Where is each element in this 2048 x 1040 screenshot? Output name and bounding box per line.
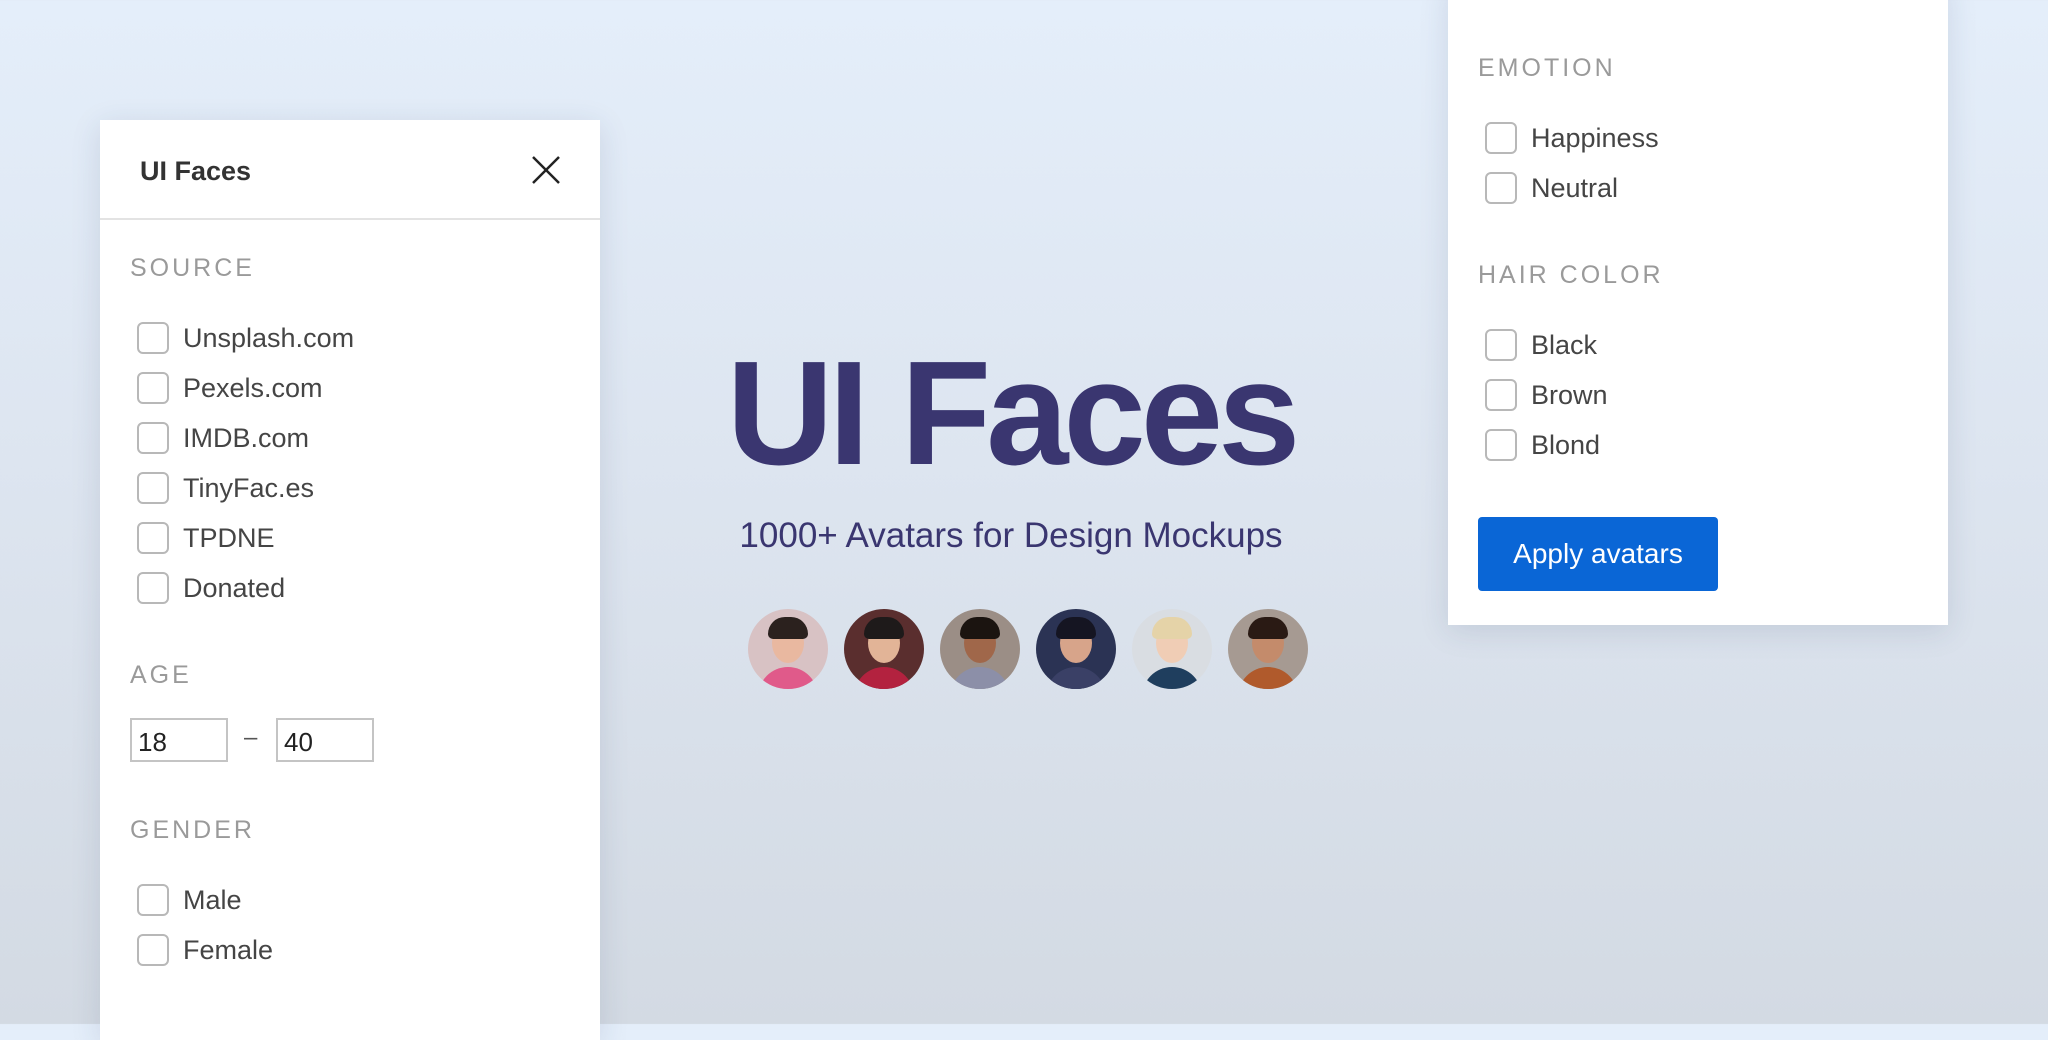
- checkbox-box[interactable]: [1485, 329, 1517, 361]
- avatar-woman-dark-hair[interactable]: [1036, 609, 1116, 689]
- age-min-input[interactable]: [130, 718, 228, 762]
- avatar-hair: [1152, 617, 1192, 639]
- avatar-man-glasses[interactable]: [748, 609, 828, 689]
- panel-header: UI Faces: [100, 120, 600, 220]
- filter-panel-right: EMOTION Happiness Neutral HAIR COLOR Bla…: [1448, 0, 1948, 625]
- avatar-shirt: [1046, 667, 1106, 689]
- emotion-section-label: EMOTION: [1478, 54, 1616, 82]
- filter-panel-left: UI Faces SOURCE Unsplash.com Pexels.com …: [100, 120, 600, 1040]
- close-icon: [532, 156, 560, 184]
- avatar-hair: [960, 617, 1000, 639]
- checkbox-box[interactable]: [1485, 379, 1517, 411]
- checkbox-hair-brown[interactable]: Brown: [1485, 375, 1608, 415]
- checkbox-label: Male: [183, 884, 242, 915]
- age-section-label: AGE: [130, 661, 192, 689]
- checkbox-box[interactable]: [1485, 122, 1517, 154]
- checkbox-hair-blond[interactable]: Blond: [1485, 425, 1600, 465]
- age-max-input[interactable]: [276, 718, 374, 762]
- checkbox-label: Neutral: [1531, 172, 1619, 203]
- checkbox-gender-male[interactable]: Male: [137, 880, 242, 920]
- checkbox-label: Happiness: [1531, 122, 1659, 153]
- avatar-shirt: [1238, 667, 1298, 689]
- avatar-shirt: [1142, 667, 1202, 689]
- avatar-man-smiling[interactable]: [940, 609, 1020, 689]
- checkbox-box[interactable]: [137, 934, 169, 966]
- avatar-shirt: [854, 667, 914, 689]
- hair-color-section-label: HAIR COLOR: [1478, 261, 1664, 289]
- checkbox-box[interactable]: [137, 572, 169, 604]
- checkbox-label: Brown: [1531, 379, 1608, 410]
- apply-avatars-button[interactable]: Apply avatars: [1478, 517, 1718, 591]
- avatar-hair: [768, 617, 808, 639]
- panel-title: UI Faces: [140, 156, 252, 186]
- checkbox-label: Black: [1531, 329, 1598, 360]
- checkbox-box[interactable]: [1485, 172, 1517, 204]
- checkbox-label: Blond: [1531, 429, 1601, 460]
- checkbox-label: Donated: [183, 572, 286, 603]
- avatar-hair: [1056, 617, 1096, 639]
- checkbox-emotion-neutral[interactable]: Neutral: [1485, 168, 1618, 208]
- source-section-label: SOURCE: [130, 254, 255, 282]
- checkbox-label: Female: [183, 934, 274, 965]
- checkbox-box[interactable]: [1485, 429, 1517, 461]
- avatar-row: [748, 609, 1308, 689]
- avatar-woman-blond[interactable]: [1132, 609, 1212, 689]
- checkbox-source-donated[interactable]: Donated: [137, 568, 285, 608]
- checkbox-box[interactable]: [137, 884, 169, 916]
- avatar-hair: [1248, 617, 1288, 639]
- avatar-woman-brown-hair[interactable]: [1228, 609, 1308, 689]
- checkbox-emotion-happiness[interactable]: Happiness: [1485, 118, 1659, 158]
- gender-section-label: GENDER: [130, 816, 255, 844]
- checkbox-gender-female[interactable]: Female: [137, 930, 273, 970]
- avatar-woman-hat[interactable]: [844, 609, 924, 689]
- avatar-shirt: [758, 667, 818, 689]
- close-button[interactable]: [528, 152, 564, 188]
- avatar-hair: [864, 617, 904, 639]
- avatar-shirt: [950, 667, 1010, 689]
- checkbox-hair-black[interactable]: Black: [1485, 325, 1597, 365]
- age-range-separator: –: [244, 724, 258, 751]
